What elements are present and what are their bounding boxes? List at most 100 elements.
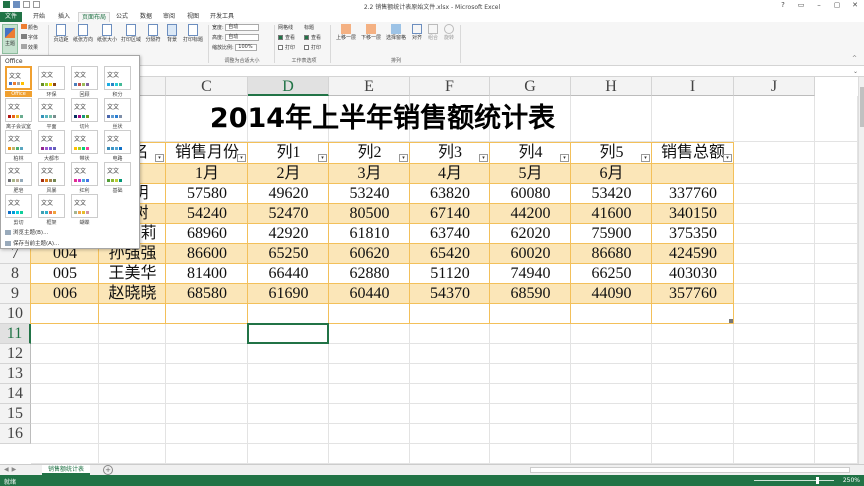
row-header-8[interactable]: 8	[0, 264, 31, 284]
theme-option[interactable]: 文文	[71, 130, 98, 154]
theme-option[interactable]: 文文	[38, 130, 65, 154]
theme-option[interactable]: 文文	[71, 194, 98, 218]
theme-option[interactable]: 文文	[104, 98, 131, 122]
background-button[interactable]: 背景	[164, 24, 180, 43]
headings-print-row[interactable]: 打印	[304, 44, 321, 51]
minimize-icon[interactable]: –	[810, 0, 828, 10]
table-row[interactable]: 60440	[329, 284, 410, 304]
table-row[interactable]: 006	[31, 284, 99, 304]
table-row[interactable]: 66250	[571, 264, 652, 284]
table-row[interactable]: 王美华	[99, 264, 166, 284]
table-row[interactable]: 75900	[571, 224, 652, 244]
colors-button[interactable]: 颜色	[21, 24, 38, 31]
table-row[interactable]: 005	[31, 264, 99, 284]
group-button[interactable]: 组合	[426, 24, 440, 41]
filter-dropdown-icon[interactable]: ▾	[399, 154, 408, 162]
table-row[interactable]: 65250	[248, 244, 329, 264]
size-button[interactable]: 纸张大小	[96, 24, 118, 43]
table-row[interactable]: 337760	[652, 184, 734, 204]
table-row[interactable]: 44090	[571, 284, 652, 304]
send-backward-button[interactable]: 下移一层	[359, 24, 383, 41]
theme-option[interactable]: 文文	[71, 162, 98, 186]
bring-forward-button[interactable]: 上移一层	[334, 24, 358, 41]
vertical-scrollbar[interactable]	[858, 77, 864, 464]
table-row[interactable]: 53420	[571, 184, 652, 204]
table-row[interactable]: 49620	[248, 184, 329, 204]
table-row[interactable]: 60620	[329, 244, 410, 264]
tab-insert[interactable]: 插入	[55, 12, 73, 22]
gridlines-view-checkbox[interactable]	[278, 35, 283, 40]
table-row[interactable]: 41600	[571, 204, 652, 224]
column-header-h[interactable]: H	[571, 77, 652, 96]
table-row[interactable]: 63820	[410, 184, 490, 204]
scale-input[interactable]: 100%	[235, 44, 258, 51]
gridlines-view-row[interactable]: 查看	[278, 34, 295, 41]
effects-button[interactable]: 效果	[21, 44, 38, 51]
height-select[interactable]: 自动	[225, 34, 260, 41]
column-header-j[interactable]: J	[734, 77, 815, 96]
close-icon[interactable]: ✕	[846, 0, 864, 10]
fonts-button[interactable]: 字体	[21, 34, 38, 41]
save-theme-item[interactable]: 保存当前主题(A)...	[5, 239, 59, 247]
theme-option[interactable]: 文文	[5, 162, 32, 186]
selection-pane-button[interactable]: 选择窗格	[384, 24, 408, 41]
zoom-slider[interactable]	[754, 480, 834, 481]
row-header-13[interactable]: 13	[0, 364, 31, 384]
filter-dropdown-icon[interactable]: ▾	[723, 154, 732, 162]
filter-dropdown-icon[interactable]: ▾	[641, 154, 650, 162]
headings-view-checkbox[interactable]	[304, 35, 309, 40]
tab-home[interactable]: 开始	[30, 12, 48, 22]
table-row[interactable]: 66440	[248, 264, 329, 284]
filter-dropdown-icon[interactable]: ▾	[560, 154, 569, 162]
table-row[interactable]: 44200	[490, 204, 571, 224]
table-row[interactable]: 42920	[248, 224, 329, 244]
table-row[interactable]: 67140	[410, 204, 490, 224]
theme-option[interactable]: 文文	[71, 66, 98, 90]
tab-view[interactable]: 视图	[184, 12, 202, 22]
filter-dropdown-icon[interactable]: ▾	[237, 154, 246, 162]
table-row[interactable]: 68590	[490, 284, 571, 304]
table-row[interactable]: 68960	[166, 224, 248, 244]
row-header-16[interactable]: 16	[0, 424, 31, 444]
table-row[interactable]: 86680	[571, 244, 652, 264]
breaks-button[interactable]: 分隔符	[144, 24, 162, 43]
align-button[interactable]: 对齐	[410, 24, 424, 41]
new-sheet-icon[interactable]: +	[103, 465, 113, 475]
ribbon-display-icon[interactable]: ▭	[792, 0, 810, 10]
row-header-14[interactable]: 14	[0, 384, 31, 404]
orientation-button[interactable]: 纸张方向	[72, 24, 94, 43]
table-row[interactable]: 54240	[166, 204, 248, 224]
rotate-button[interactable]: 旋转	[442, 24, 456, 41]
expand-formula-icon[interactable]: ⌄	[853, 68, 858, 75]
table-row[interactable]: 357760	[652, 284, 734, 304]
table-row[interactable]: 403030	[652, 264, 734, 284]
filter-dropdown-icon[interactable]: ▾	[155, 154, 164, 162]
sheet-tab-sales[interactable]: 销售额统计表	[42, 465, 91, 475]
tab-formulas[interactable]: 公式	[113, 12, 131, 22]
filter-dropdown-icon[interactable]: ▾	[318, 154, 327, 162]
tab-file[interactable]: 文件	[0, 12, 22, 22]
headings-print-checkbox[interactable]	[304, 45, 309, 50]
tab-developer[interactable]: 开发工具	[207, 12, 237, 22]
table-row[interactable]: 54370	[410, 284, 490, 304]
table-row[interactable]: 80500	[329, 204, 410, 224]
filter-dropdown-icon[interactable]: ▾	[479, 154, 488, 162]
horizontal-scrollbar[interactable]	[530, 467, 850, 473]
row-header-15[interactable]: 15	[0, 404, 31, 424]
table-row[interactable]: 62020	[490, 224, 571, 244]
table-row[interactable]: 62880	[329, 264, 410, 284]
theme-option[interactable]: 文文	[5, 66, 32, 90]
themes-button[interactable]: 主题	[2, 24, 18, 54]
zoom-slider-knob[interactable]	[816, 477, 819, 484]
column-header-d[interactable]: D	[248, 77, 329, 96]
table-row[interactable]: 340150	[652, 204, 734, 224]
table-row[interactable]: 68580	[166, 284, 248, 304]
theme-option[interactable]: 文文	[104, 162, 131, 186]
tab-review[interactable]: 审阅	[160, 12, 178, 22]
row-header-10[interactable]: 10	[0, 304, 31, 324]
sheet-nav-arrows-icon[interactable]: ◀▶	[4, 466, 19, 473]
column-header-i[interactable]: I	[652, 77, 734, 96]
table-row[interactable]: 赵晓晓	[99, 284, 166, 304]
theme-option[interactable]: 文文	[104, 66, 131, 90]
table-row[interactable]: 86600	[166, 244, 248, 264]
